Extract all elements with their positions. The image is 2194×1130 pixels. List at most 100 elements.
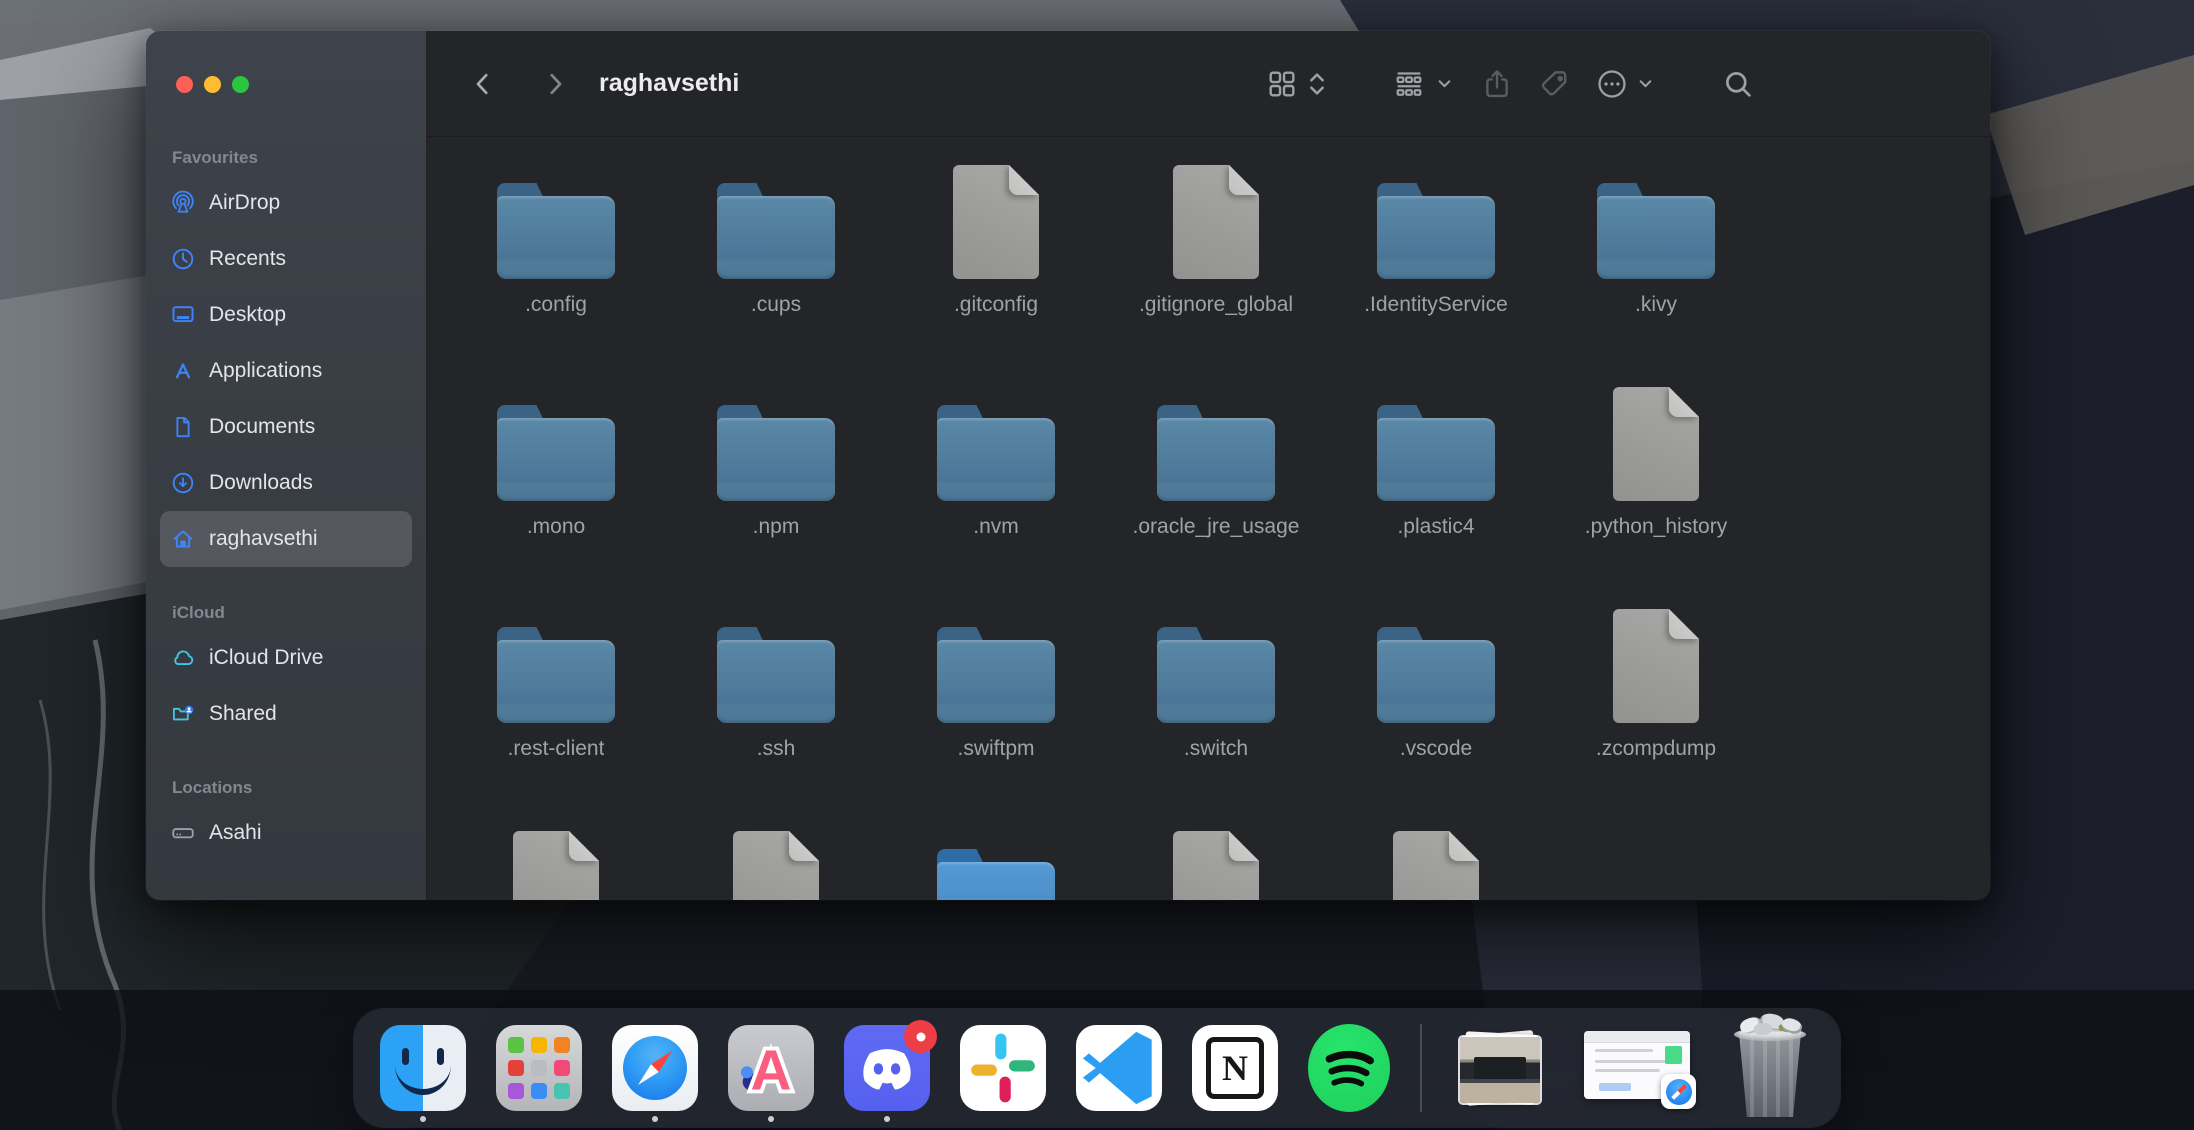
dock-item-notion[interactable]: N	[1192, 1009, 1278, 1127]
folder-icon	[937, 627, 1055, 723]
file-item-gitignore-global[interactable]: .gitignore_global	[1106, 161, 1326, 383]
cloud-icon	[170, 645, 196, 671]
dock-item-spotify[interactable]	[1308, 1009, 1390, 1127]
dock-item-discord[interactable]	[844, 1009, 930, 1127]
file-fold-corner	[1449, 831, 1479, 861]
dock-item-arc[interactable]: A	[728, 1009, 814, 1127]
sidebar-item-desktop[interactable]: Desktop	[160, 287, 412, 343]
folder-icon	[1157, 627, 1275, 723]
sidebar-item-downloads[interactable]: Downloads	[160, 455, 412, 511]
sidebar-sections: FavouritesAirDropRecentsDesktopApplicati…	[146, 145, 426, 861]
finder-icon	[380, 1025, 466, 1111]
file-icon	[1173, 831, 1259, 900]
file-fold-corner	[1229, 165, 1259, 195]
file-item-nvm[interactable]: .nvm	[886, 383, 1106, 605]
grid-view-button[interactable]	[1265, 67, 1299, 101]
file-item-cups[interactable]: .cups	[666, 161, 886, 383]
sidebar-item-raghavsethi[interactable]: raghavsethi	[160, 511, 412, 567]
file-name-label: .cups	[751, 293, 801, 317]
chevron-left-icon	[468, 69, 498, 99]
desktop: { "window": { "title": "raghavsethi", "t…	[0, 0, 2194, 1130]
forward-button[interactable]	[537, 62, 573, 106]
file-name-label: .vscode	[1400, 737, 1472, 761]
file-item-switch[interactable]: .switch	[1106, 605, 1326, 827]
sidebar-item-recents[interactable]: Recents	[160, 231, 412, 287]
sidebar-item-label: AirDrop	[209, 191, 280, 215]
running-indicator-dot	[420, 1116, 426, 1122]
file-item-kivy[interactable]: .kivy	[1546, 161, 1766, 383]
file-item-plastic4[interactable]: .plastic4	[1326, 383, 1546, 605]
folder-icon	[497, 627, 615, 723]
folder-icon	[1157, 405, 1275, 501]
file-item-unnamed[interactable]	[1106, 827, 1326, 900]
file-item-unnamed[interactable]	[886, 827, 1106, 900]
more-chevron[interactable]	[1635, 73, 1656, 94]
folder-body	[497, 418, 615, 501]
file-name-label: .nvm	[973, 515, 1019, 539]
file-name-label: .zcompdump	[1596, 737, 1716, 761]
zoom-button[interactable]	[232, 76, 249, 93]
finder-window: FavouritesAirDropRecentsDesktopApplicati…	[146, 31, 1990, 900]
running-indicator-dot	[884, 1116, 890, 1122]
notion-icon: N	[1192, 1025, 1278, 1111]
arc-browser-icon: A	[728, 1025, 814, 1111]
running-indicator-dot	[768, 1116, 774, 1122]
dock-item-finder[interactable]	[380, 1009, 466, 1127]
file-name-label: .npm	[753, 515, 800, 539]
file-item-zcompdump[interactable]: .zcompdump	[1546, 605, 1766, 827]
sidebar-item-icloud-drive[interactable]: iCloud Drive	[160, 630, 412, 686]
dock-item-launchpad[interactable]	[496, 1009, 582, 1127]
file-name-label: .gitconfig	[954, 293, 1038, 317]
file-item-oracle-jre-usage[interactable]: .oracle_jre_usage	[1106, 383, 1326, 605]
file-item-identityservice[interactable]: .IdentityService	[1326, 161, 1546, 383]
sidebar-item-applications[interactable]: Applications	[160, 343, 412, 399]
back-button[interactable]	[465, 62, 501, 106]
group-view-button[interactable]	[1392, 67, 1426, 101]
file-item-python-history[interactable]: .python_history	[1546, 383, 1766, 605]
sidebar-item-shared[interactable]: Shared	[160, 686, 412, 742]
sidebar-section-icloud: iCloudiCloud DriveShared	[160, 600, 412, 742]
file-name-label: .rest-client	[508, 737, 605, 761]
file-item-npm[interactable]: .npm	[666, 383, 886, 605]
dock-item-window-thumbnail[interactable]	[1578, 1009, 1696, 1127]
tags-button[interactable]	[1538, 67, 1572, 101]
minimize-button[interactable]	[204, 76, 221, 93]
group-chevron[interactable]	[1434, 73, 1455, 94]
file-item-gitconfig[interactable]: .gitconfig	[886, 161, 1106, 383]
folder-icon	[1377, 183, 1495, 279]
close-button[interactable]	[176, 76, 193, 93]
vscode-icon	[1076, 1025, 1162, 1111]
sidebar-item-documents[interactable]: Documents	[160, 399, 412, 455]
sidebar-item-airdrop[interactable]: AirDrop	[160, 175, 412, 231]
appstore-icon	[170, 358, 196, 384]
file-item-config[interactable]: .config	[446, 161, 666, 383]
file-item-unnamed[interactable]	[1326, 827, 1546, 900]
dock-item-stack-thumbnail[interactable]	[1452, 1009, 1548, 1127]
file-item-unnamed[interactable]	[446, 827, 666, 900]
notification-badge	[904, 1020, 937, 1053]
file-item-vscode[interactable]: .vscode	[1326, 605, 1546, 827]
more-actions-button[interactable]	[1595, 67, 1629, 101]
folder-body	[1377, 196, 1495, 279]
file-name-label: .python_history	[1585, 515, 1727, 539]
shared-folder-icon	[170, 701, 196, 727]
view-stepper-button[interactable]	[1307, 68, 1327, 100]
dock-item-safari[interactable]	[612, 1009, 698, 1127]
sidebar-item-label: iCloud Drive	[209, 646, 323, 670]
folder-body	[497, 640, 615, 723]
dock-item-slack[interactable]	[960, 1009, 1046, 1127]
sidebar-item-asahi[interactable]: Asahi	[160, 805, 412, 861]
file-item-mono[interactable]: .mono	[446, 383, 666, 605]
sidebar-item-label: Asahi	[209, 821, 262, 845]
file-name-label: .swiftpm	[957, 737, 1034, 761]
file-item-swiftpm[interactable]: .swiftpm	[886, 605, 1106, 827]
file-item-ssh[interactable]: .ssh	[666, 605, 886, 827]
share-button[interactable]	[1480, 67, 1514, 101]
search-button[interactable]	[1721, 67, 1755, 101]
sidebar-item-label: Documents	[209, 415, 315, 439]
safari-icon	[612, 1025, 698, 1111]
file-item-unnamed[interactable]	[666, 827, 886, 900]
dock-item-vscode[interactable]	[1076, 1009, 1162, 1127]
file-item-rest-client[interactable]: .rest-client	[446, 605, 666, 827]
dock-item-trash[interactable]	[1726, 1009, 1814, 1127]
